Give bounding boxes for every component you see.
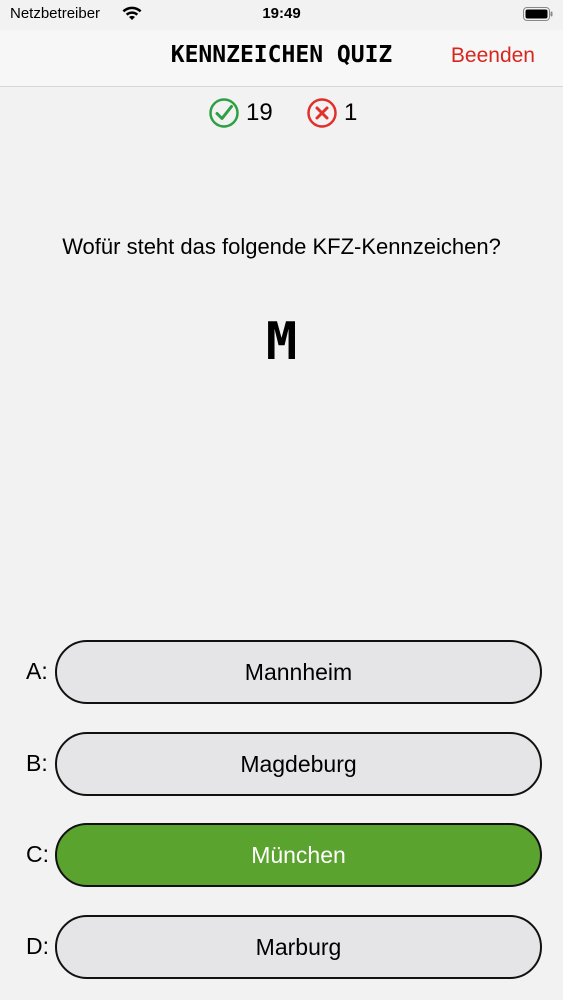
- answer-letter: A:: [26, 658, 48, 684]
- quit-button[interactable]: Beenden: [451, 44, 535, 68]
- answer-letter: C:: [26, 841, 49, 867]
- status-bar: Netzbetreiber 19:49: [0, 0, 563, 30]
- battery-icon: [523, 7, 553, 21]
- answer-button-d[interactable]: Marburg: [55, 915, 542, 979]
- answer-button-b[interactable]: Magdeburg: [55, 732, 542, 796]
- answer-row-b: B: Magdeburg: [0, 732, 563, 796]
- answer-letter: B:: [26, 750, 48, 776]
- wrong-count: 1: [344, 99, 358, 126]
- license-plate-code: M: [265, 312, 298, 372]
- check-circle-icon: [209, 98, 239, 128]
- correct-score: 19: [208, 96, 273, 130]
- answer-letter: D:: [26, 933, 49, 959]
- clock: 19:49: [262, 5, 301, 22]
- answer-row-d: D: Marburg: [0, 915, 563, 979]
- answer-button-a[interactable]: Mannheim: [55, 640, 542, 704]
- answer-row-c: C: München: [0, 823, 563, 887]
- correct-count: 19: [246, 99, 273, 126]
- x-circle-icon: [307, 98, 337, 128]
- answer-button-c[interactable]: München: [55, 823, 542, 887]
- answer-row-a: A: Mannheim: [0, 640, 563, 704]
- navigation-bar: KENNZEICHEN QUIZ Beenden: [0, 30, 563, 87]
- wrong-score: 1: [306, 96, 357, 130]
- question-text: Wofür steht das folgende KFZ-Kennzeichen…: [62, 234, 501, 259]
